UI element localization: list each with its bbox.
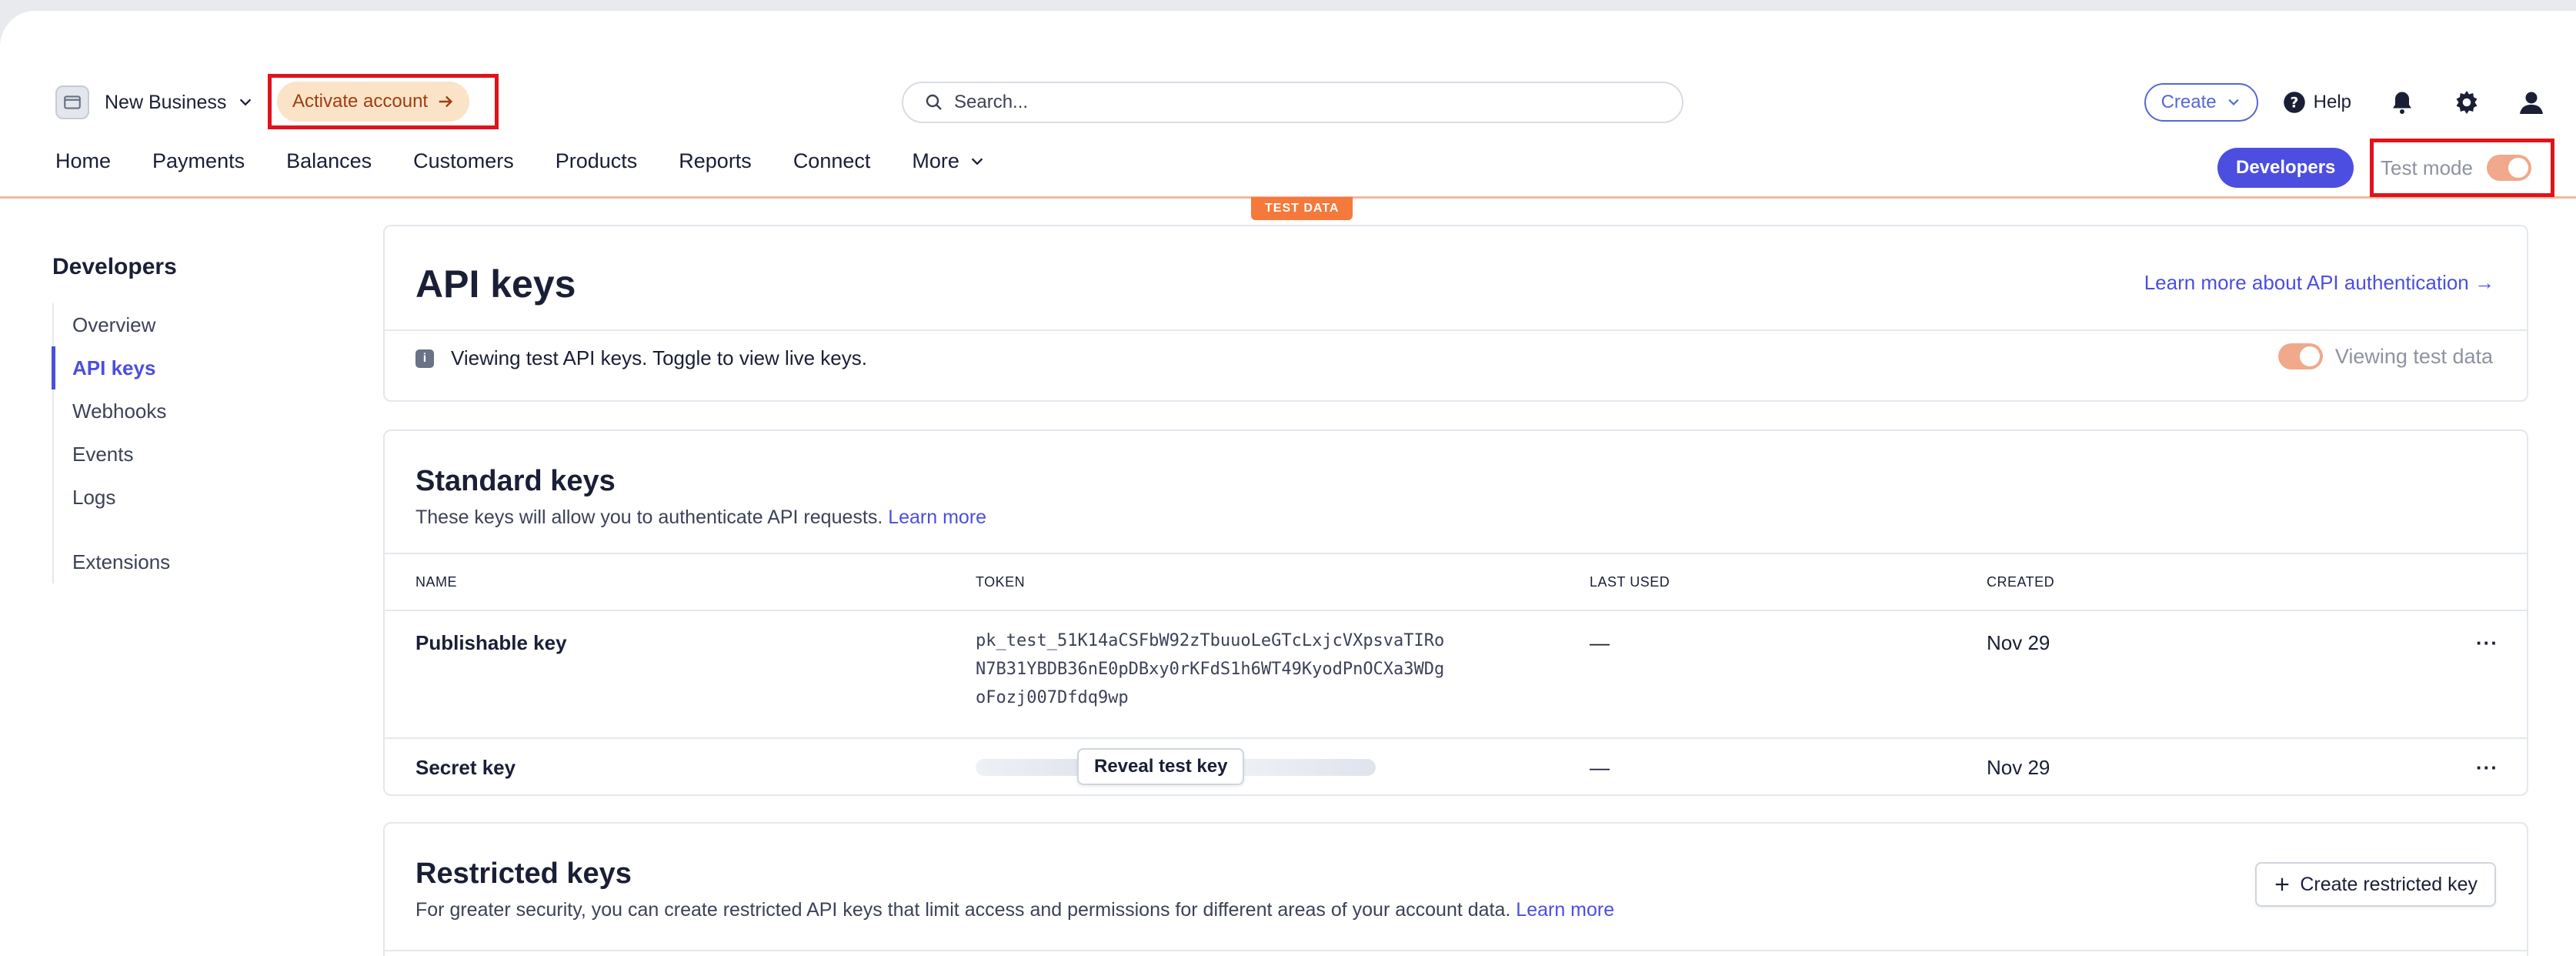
top-bar: New Business Activate account Search... …	[0, 65, 2576, 142]
nav-home[interactable]: Home	[55, 149, 111, 173]
column-header-created: CREATED	[1987, 574, 2055, 590]
table-row: Secret key Reveal test key — Nov 29 ···	[385, 739, 2527, 796]
restricted-keys-panel: Restricted keys For greater security, yo…	[383, 822, 2528, 956]
svg-text:?: ?	[2290, 95, 2298, 111]
section-description: For greater security, you can create res…	[415, 899, 1614, 921]
nav-balances[interactable]: Balances	[286, 149, 372, 173]
nav-products[interactable]: Products	[556, 149, 638, 173]
nav-more-label: More	[912, 149, 959, 172]
plus-icon	[2276, 877, 2289, 891]
chevron-down-icon	[240, 99, 252, 106]
column-header-name: NAME	[415, 574, 458, 590]
gear-icon[interactable]	[2453, 89, 2481, 116]
section-description-text: These keys will allow you to authenticat…	[415, 506, 883, 528]
last-used-value: —	[1590, 631, 1610, 654]
section-description: These keys will allow you to authenticat…	[415, 506, 986, 529]
sidebar-item-events[interactable]: Events	[54, 433, 170, 476]
reveal-test-key-button[interactable]: Reveal test key	[1077, 748, 1245, 785]
sidebar-item-extensions[interactable]: Extensions	[54, 540, 170, 583]
create-button[interactable]: Create	[2144, 83, 2258, 122]
business-name: New Business	[105, 91, 227, 113]
created-date: Nov 29	[1987, 631, 2050, 654]
test-data-badge: TEST DATA	[1251, 197, 1353, 220]
sidebar-item-overview[interactable]: Overview	[54, 303, 170, 346]
chevron-down-icon	[971, 157, 983, 165]
sidebar-item-webhooks[interactable]: Webhooks	[54, 389, 170, 433]
section-title: Standard keys	[415, 465, 616, 497]
nav-reports[interactable]: Reports	[679, 149, 752, 173]
table-row: Publishable key pk_test_51K14aCSFbW92zTb…	[385, 611, 2527, 739]
search-placeholder: Search...	[954, 92, 1029, 112]
key-name: Secret key	[415, 756, 516, 779]
app-window: New Business Activate account Search... …	[0, 11, 2576, 956]
standard-keys-panel: Standard keys These keys will allow you …	[383, 430, 2528, 796]
nav-payments[interactable]: Payments	[152, 149, 245, 173]
help-label: Help	[2313, 92, 2351, 112]
business-icon	[55, 85, 89, 119]
section-description-text: For greater security, you can create res…	[415, 899, 1511, 921]
nav-more[interactable]: More	[912, 149, 986, 173]
create-restricted-key-label: Create restricted key	[2300, 873, 2478, 895]
top-bar-actions: Create ? Help	[2144, 82, 2545, 123]
more-options-icon[interactable]: ···	[2476, 756, 2498, 780]
nav-items: Home Payments Balances Customers Product…	[55, 149, 1027, 173]
learn-more-link[interactable]: Learn more	[888, 506, 986, 528]
column-header-last-used: LAST USED	[1590, 574, 1670, 590]
nav-customers[interactable]: Customers	[413, 149, 514, 173]
nav-connect[interactable]: Connect	[793, 149, 871, 173]
main-nav: Home Payments Balances Customers Product…	[0, 139, 2576, 199]
highlight-box-activate	[268, 74, 499, 129]
api-keys-panel: API keys Learn more about API authentica…	[383, 225, 2528, 402]
sidebar-item-api-keys[interactable]: API keys	[52, 346, 170, 389]
chevron-down-icon	[2228, 99, 2239, 106]
test-keys-notice-text: Viewing test API keys. Toggle to view li…	[451, 346, 867, 369]
created-date: Nov 29	[1987, 756, 2050, 779]
learn-more-link[interactable]: Learn more	[1516, 899, 1614, 921]
search-icon	[926, 94, 942, 110]
help-icon: ?	[2283, 92, 2305, 113]
token-line: oFozj007Dfdq9wp	[976, 688, 1129, 707]
sidebar-title: Developers	[52, 254, 177, 279]
sidebar-item-logs[interactable]: Logs	[54, 476, 170, 519]
test-keys-notice: i Viewing test API keys. Toggle to view …	[415, 346, 867, 370]
toggle-switch[interactable]	[2277, 343, 2323, 369]
api-auth-learn-more-link[interactable]: Learn more about API authentication →	[2144, 271, 2494, 295]
token-line: pk_test_51K14aCSFbW92zTbuuoLeGTcLxjcVXps…	[976, 631, 1445, 650]
sidebar-list: Overview API keys Webhooks Events Logs E…	[52, 303, 170, 583]
notification-bell-icon[interactable]	[2388, 89, 2416, 116]
last-used-value: —	[1590, 756, 1610, 779]
search-input[interactable]: Search...	[902, 82, 1683, 123]
divider	[385, 329, 2527, 331]
highlight-box-test-mode	[2370, 139, 2554, 197]
user-icon[interactable]	[2518, 89, 2545, 116]
token-line: N7B31YBDB36nE0pDBxy0rKFdS1h6WT49KyodPnOC…	[976, 660, 1445, 679]
viewing-test-data-label: Viewing test data	[2334, 344, 2493, 368]
key-name: Publishable key	[415, 631, 567, 654]
help-button[interactable]: ? Help	[2283, 91, 2351, 114]
page-title: API keys	[415, 262, 576, 306]
info-icon: i	[415, 349, 434, 368]
divider	[385, 950, 2527, 951]
create-restricted-key-button[interactable]: Create restricted key	[2255, 862, 2496, 907]
viewing-test-data-toggle[interactable]: Viewing test data	[2277, 343, 2493, 369]
create-label: Create	[2161, 92, 2217, 112]
column-header-token: TOKEN	[976, 574, 1026, 590]
section-title: Restricted keys	[415, 857, 632, 890]
table-header: NAME TOKEN LAST USED CREATED	[385, 553, 2527, 611]
publishable-key-token[interactable]: pk_test_51K14aCSFbW92zTbuuoLeGTcLxjcVXps…	[976, 627, 1444, 712]
developers-button[interactable]: Developers	[2217, 148, 2354, 188]
more-options-icon[interactable]: ···	[2476, 631, 2498, 655]
business-switcher[interactable]: New Business	[55, 83, 254, 122]
